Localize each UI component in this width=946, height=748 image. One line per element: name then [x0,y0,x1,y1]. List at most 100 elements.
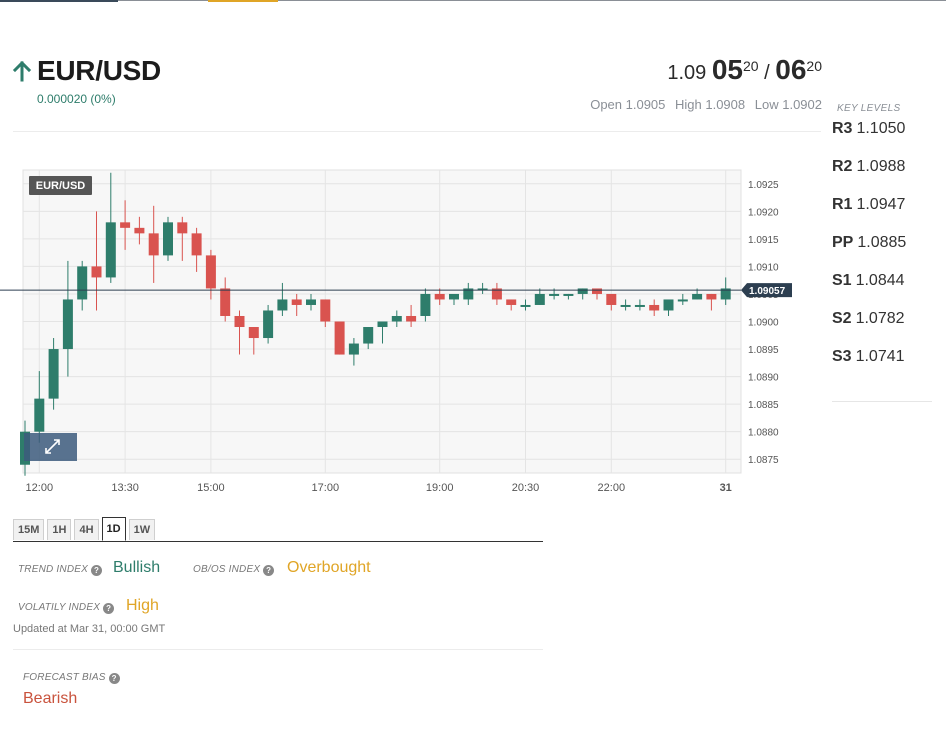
candle-body [520,304,531,307]
key-level-s3: S3 1.0741 [832,348,905,366]
candle-body [677,299,688,302]
candle-body [220,288,231,316]
candle-body [291,299,302,305]
trend-index-label: TREND INDEX? [18,564,102,576]
ask-pip: 20 [806,58,822,74]
candle [334,321,345,355]
candle-body [592,288,602,294]
candle-body [105,222,116,278]
obos-index-text: OB/OS INDEX [193,564,261,575]
key-level-name: R1 [832,196,853,213]
volatility-index-value: High [126,597,159,614]
instrument-symbol: EUR/USD [37,55,161,86]
forecast-bias-value: Bearish [23,690,78,707]
candle-body [120,222,131,228]
candle-body [577,288,588,294]
candle-body [148,233,159,256]
top-nav-indicator [0,0,118,2]
key-levels-title: KEY LEVELS [837,103,901,114]
help-icon[interactable]: ? [90,565,102,576]
y-tick-label: 1.0895 [748,345,779,356]
candle-body [177,222,188,234]
price-chart[interactable]: 1.0875 1.0880 1.0885 1.0890 1.0895 1.0900 1.09… [0,160,800,500]
y-tick-label: 1.0885 [748,400,779,411]
key-level-pp: PP 1.0885 [832,234,906,252]
timeframe-tab-4h[interactable]: 4H [74,519,99,540]
high-price: High 1.0908 [675,97,746,112]
key-level-value: 1.0947 [856,196,906,213]
candle-body [549,293,560,296]
candle-body [534,293,545,305]
candle-body [248,327,259,339]
key-levels-divider [832,401,932,402]
key-level-name: R2 [832,158,853,175]
candle-body [663,299,674,311]
y-tick-label: 1.0910 [748,262,779,273]
key-level-value: 1.0782 [855,310,905,327]
open-price: Open 1.0905 [590,97,666,112]
candle-body [634,304,645,307]
indices-divider [13,649,543,650]
key-level-value: 1.0844 [855,272,905,289]
candle-body [334,321,345,355]
key-level-name: S1 [832,272,852,289]
key-level-r3: R3 1.1050 [832,120,905,138]
y-tick-label: 1.0890 [748,373,779,384]
bid-pip: 20 [743,58,759,74]
key-level-value: 1.1050 [856,120,906,137]
volatility-index-label: VOLATILY INDEX? [18,602,115,614]
candle-body [191,233,202,256]
timeframe-tab-1w[interactable]: 1W [128,519,156,540]
expand-chart-button[interactable] [24,433,77,461]
candle-body [348,343,359,355]
bid-ask-quote: 1.09 0520 / 0620 [667,54,822,86]
key-level-value: 1.0988 [856,158,906,175]
timeframe-tabs: 15M 1H 4H 1D 1W [13,517,543,542]
key-level-s1: S1 1.0844 [832,272,905,290]
forecast-bias-label: FORECAST BIAS? [23,672,120,684]
candle-body [163,222,173,256]
y-tick-label: 1.0875 [748,455,779,466]
current-price-label: 1.09057 [749,286,786,297]
candle-body [449,293,459,300]
y-axis-labels: 1.0875 1.0880 1.0885 1.0890 1.0895 1.0900 1.09… [748,180,779,466]
candle-body [506,299,517,305]
candle-body [649,304,660,311]
forecast-bias-text: FORECAST BIAS [23,672,106,683]
candle-body [563,293,574,296]
bid-prefix: 1.09 [667,62,707,84]
key-level-name: S3 [832,348,852,365]
timeframe-tab-1h[interactable]: 1H [47,519,72,540]
timeframe-tab-15m[interactable]: 15M [13,519,45,540]
timeframe-tab-1d[interactable]: 1D [101,517,126,541]
x-tick-label: 19:00 [426,482,454,494]
arrow-up-icon [12,60,32,82]
x-tick-label: 20:30 [512,482,540,494]
key-level-name: PP [832,234,854,251]
obos-index-value: Overbought [287,559,371,576]
ask-big-figure: 06 [775,54,807,85]
current-price-tag: 1.09057 [741,283,792,298]
chart-symbol-badge: EUR/USD [29,176,92,195]
y-tick-label: 1.0915 [748,235,779,246]
candle-body [62,299,73,350]
key-level-value: 1.0741 [855,348,905,365]
x-axis-labels: 12:00 13:30 15:00 17:00 19:00 20:30 22:00 31 [26,482,732,494]
candle-body [205,255,216,289]
y-tick-label: 1.0920 [748,207,779,218]
help-icon[interactable]: ? [103,603,115,614]
help-icon[interactable]: ? [263,565,275,576]
help-icon[interactable]: ? [108,673,120,684]
x-tick-label: 13:30 [111,482,139,494]
candle-body [420,293,431,316]
candle-body [363,327,374,344]
quote-separator: / [764,62,770,84]
candle-body [91,266,102,278]
candle-body [234,315,245,328]
candle-body [692,293,703,300]
price-change: 0.000020 (0%) [37,92,116,106]
top-border [0,0,946,1]
chart-symbol-label: EUR/USD [36,180,86,192]
candle-body [620,304,631,307]
candle-body [48,349,59,399]
